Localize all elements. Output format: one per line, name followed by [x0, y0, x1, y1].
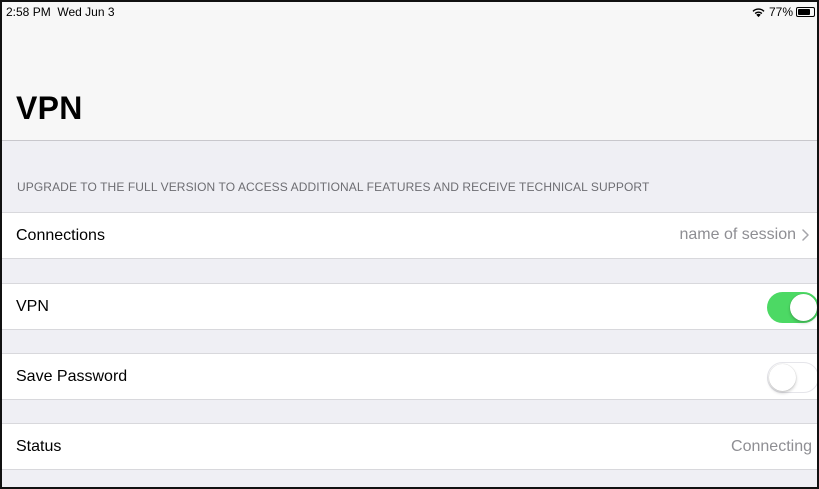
chevron-right-icon: [802, 229, 809, 241]
connections-label: Connections: [16, 227, 105, 244]
status-value: Connecting: [731, 438, 812, 455]
connections-value: name of session: [679, 226, 796, 243]
status-row: Status Connecting: [2, 423, 817, 470]
vpn-row: VPN: [2, 283, 817, 330]
save-password-toggle[interactable]: [767, 362, 817, 393]
upgrade-notice[interactable]: UPGRADE TO THE FULL VERSION TO ACCESS AD…: [17, 180, 649, 194]
vpn-toggle-knob: [790, 294, 817, 321]
status-date-value: Wed Jun 3: [57, 5, 115, 19]
wifi-icon: [752, 8, 765, 18]
save-password-label: Save Password: [16, 368, 128, 385]
status-time: 2:58 PM Wed Jun 3: [6, 5, 115, 19]
battery-icon: [796, 7, 815, 17]
status-label: Status: [16, 438, 62, 455]
battery-percent: 77%: [768, 5, 793, 19]
connections-detail: name of session: [679, 226, 809, 244]
status-indicators: 77%: [751, 5, 815, 19]
app-window: 2:58 PM Wed Jun 3 77% VPN UPGRADE TO THE…: [0, 0, 819, 489]
save-password-row: Save Password: [2, 353, 817, 400]
navigation-header: VPN: [2, 22, 817, 141]
vpn-label: VPN: [16, 298, 49, 315]
page-title: VPN: [16, 90, 83, 126]
status-time-value: 2:58 PM: [6, 5, 51, 19]
connections-row[interactable]: Connections name of session: [2, 212, 817, 259]
battery-fill: [798, 9, 810, 15]
status-bar: 2:58 PM Wed Jun 3 77%: [2, 2, 817, 22]
vpn-toggle[interactable]: [767, 292, 817, 323]
save-password-toggle-knob: [769, 363, 796, 391]
